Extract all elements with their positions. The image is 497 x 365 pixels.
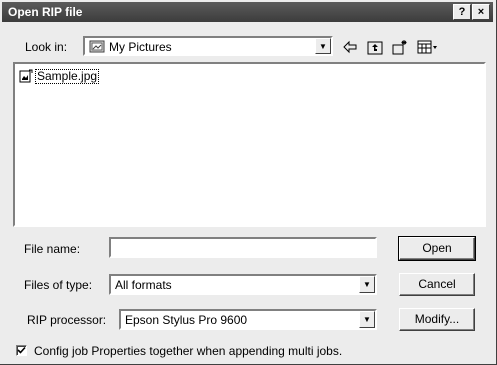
file-name-field[interactable] [109, 237, 377, 258]
files-of-type-value: All formats [115, 278, 172, 292]
new-folder-icon[interactable] [391, 38, 409, 56]
file-list[interactable]: Sample.jpg [13, 62, 486, 227]
image-file-icon [19, 69, 33, 83]
dialog-title: Open RIP file [8, 5, 83, 19]
file-name-sample: Sample.jpg [35, 69, 100, 84]
config-job-label[interactable]: Config job Properties together when appe… [34, 344, 342, 358]
look-in-dropdown[interactable]: My Pictures ▼ [83, 36, 333, 56]
close-button[interactable]: × [472, 4, 490, 20]
look-in-label: Look in: [25, 40, 68, 54]
help-button[interactable]: ? [453, 4, 471, 20]
files-of-type-dropdown[interactable]: All formats ▼ [109, 274, 377, 295]
files-of-type-label: Files of type: [24, 278, 93, 292]
chevron-down-icon[interactable]: ▼ [359, 276, 375, 293]
open-button[interactable]: Open [398, 236, 476, 261]
cancel-button[interactable]: Cancel [399, 273, 475, 296]
up-folder-icon[interactable] [366, 38, 384, 56]
open-rip-file-dialog: Open RIP file ? × Look in: My Pictures ▼ [0, 0, 497, 365]
title-bar: Open RIP file ? × [2, 2, 493, 22]
rip-processor-value: Epson Stylus Pro 9600 [125, 313, 248, 327]
file-name-input[interactable] [111, 239, 375, 256]
rip-processor-dropdown[interactable]: Epson Stylus Pro 9600 ▼ [119, 309, 377, 330]
look-in-value: My Pictures [109, 40, 172, 54]
config-job-checkbox[interactable] [16, 345, 27, 356]
back-arrow-icon[interactable] [341, 38, 359, 56]
checkmark-icon [17, 346, 26, 354]
folder-pictures-icon [89, 40, 105, 53]
view-menu-icon[interactable] [416, 38, 440, 56]
rip-processor-label: RIP processor: [27, 313, 107, 327]
chevron-down-icon[interactable]: ▼ [359, 311, 375, 328]
chevron-down-icon[interactable]: ▼ [315, 38, 331, 54]
file-name-label: File name: [24, 242, 81, 256]
modify-button[interactable]: Modify... [399, 308, 475, 331]
